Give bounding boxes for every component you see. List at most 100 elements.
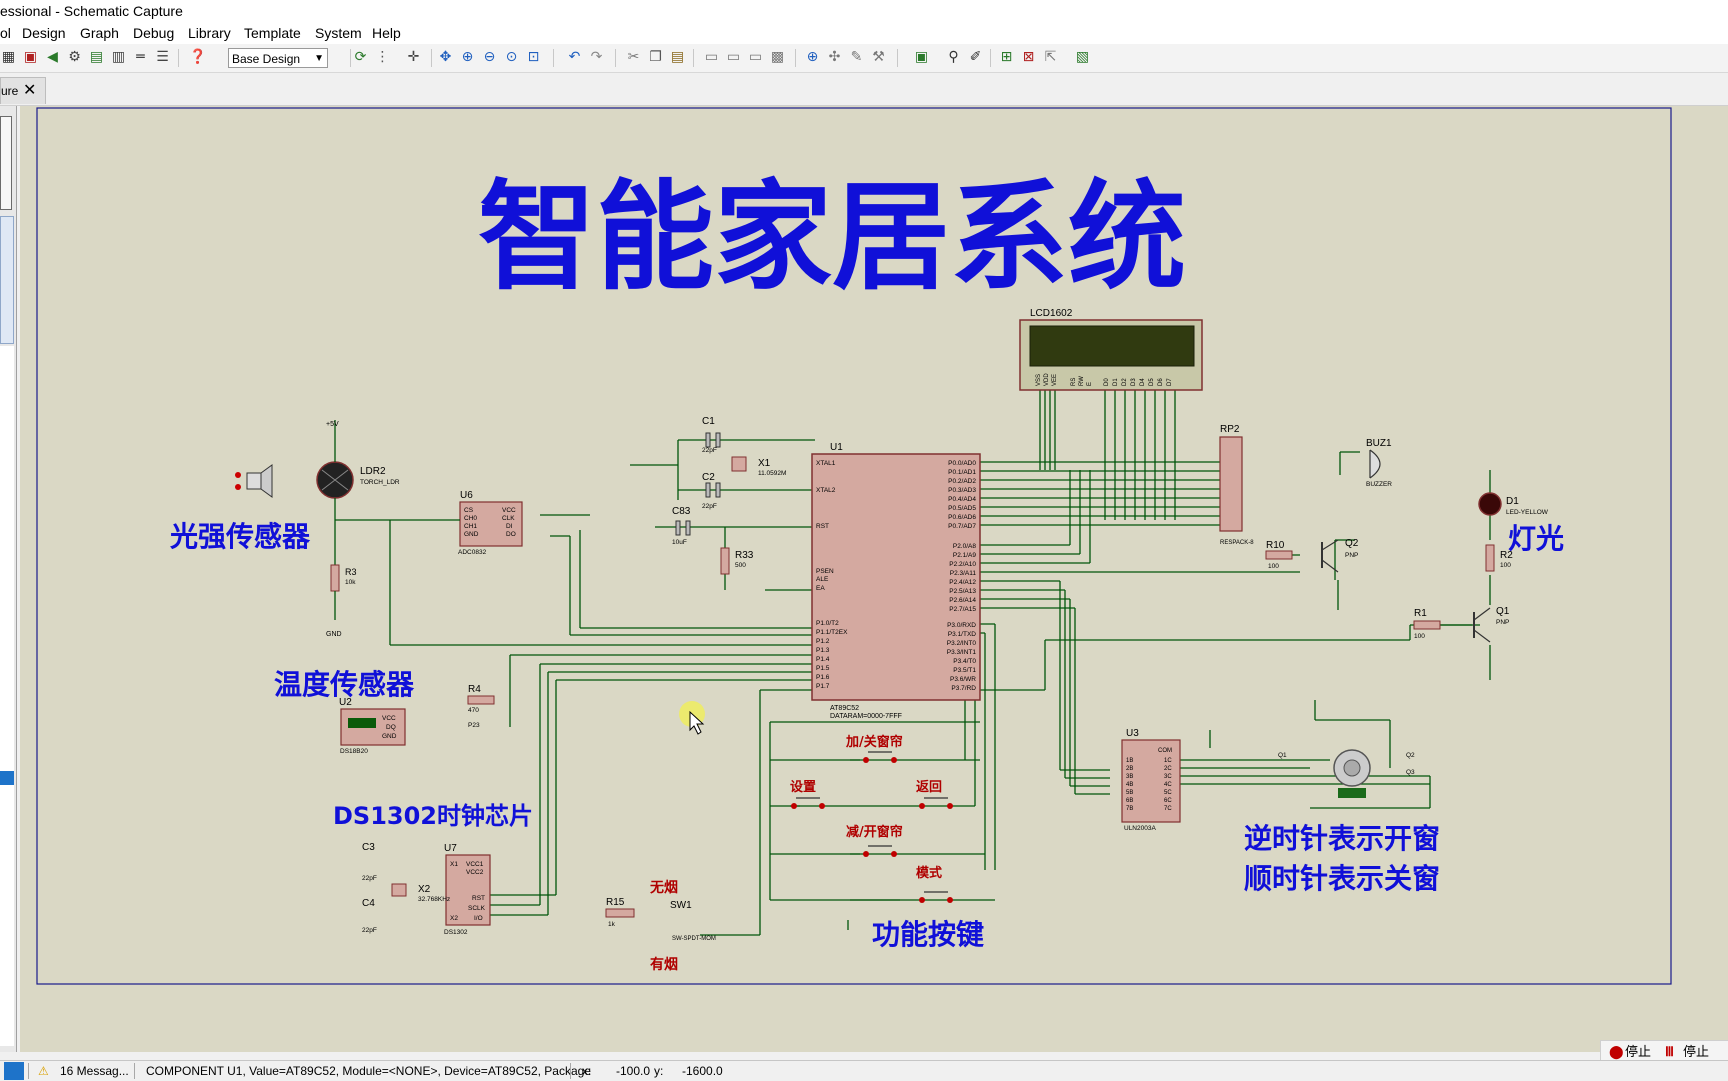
menu-help[interactable]: Help xyxy=(372,22,401,44)
u3-pin: 4C xyxy=(1164,782,1172,788)
menu-template[interactable]: Template xyxy=(244,22,301,44)
c4-ref: C4 xyxy=(362,898,375,909)
u6-ref: U6 xyxy=(460,490,473,501)
r1-val: 100 xyxy=(1414,633,1425,640)
search-icon[interactable]: ⚲ xyxy=(945,49,962,66)
make-device-icon[interactable]: ✣ xyxy=(826,49,843,66)
back-icon[interactable]: ◀ xyxy=(44,49,61,66)
exit-sheet-icon[interactable]: ⇱ xyxy=(1042,49,1059,66)
menu-tool[interactable]: ol xyxy=(0,22,11,44)
messages-count[interactable]: 16 Messag... xyxy=(60,1061,129,1081)
grid-toggle-icon[interactable]: ⋮ xyxy=(374,49,391,66)
origin-icon[interactable]: ✛ xyxy=(405,49,422,66)
warning-icon[interactable]: ⚠ xyxy=(38,1061,49,1081)
u1-pin-right: P2.1/A9 xyxy=(953,552,977,559)
schematic-canvas[interactable]: 智能家居系统 LCD1602 VSS VDD VEE RS RW E D0 D1… xyxy=(20,106,1728,1052)
zoom-out-icon[interactable]: ⊖ xyxy=(481,49,498,66)
pan-icon[interactable]: ✥ xyxy=(437,49,454,66)
u6-type: ADC0832 xyxy=(458,549,487,556)
u3-pin: 6C xyxy=(1164,798,1172,804)
mode-selector[interactable] xyxy=(0,216,14,344)
menu-library[interactable]: Library xyxy=(188,22,231,44)
u1-pin-right: P2.6/A14 xyxy=(949,597,976,604)
undo-icon[interactable]: ↶ xyxy=(566,49,583,66)
paste-icon[interactable]: ▤ xyxy=(669,49,686,66)
device-list-selection[interactable] xyxy=(0,771,14,785)
menu-graph[interactable]: Graph xyxy=(80,22,119,44)
block-delete-icon[interactable]: ▩ xyxy=(769,49,786,66)
list-icon[interactable]: ☰ xyxy=(154,49,171,66)
r15-ref: R15 xyxy=(606,897,625,908)
packaging-icon[interactable]: ✎ xyxy=(848,49,865,66)
refresh-icon[interactable]: ⟳ xyxy=(352,49,369,66)
cut-icon[interactable]: ✂ xyxy=(625,49,642,66)
gnd-label: GND xyxy=(326,631,342,638)
zoom-area-icon[interactable]: ⊡ xyxy=(525,49,542,66)
component-icon[interactable]: ▣ xyxy=(22,49,39,66)
overview-window[interactable] xyxy=(0,116,12,210)
status-block xyxy=(4,1062,24,1080)
report-icon[interactable]: ▧ xyxy=(1074,49,1091,66)
zoom-in-icon[interactable]: ⊕ xyxy=(459,49,476,66)
u3-type: ULN2003A xyxy=(1124,825,1156,832)
remove-sheet-icon[interactable]: ⊠ xyxy=(1020,49,1037,66)
c1-val: 22pF xyxy=(702,447,717,454)
c2-val: 22pF xyxy=(702,503,717,510)
u2-type: DS18B20 xyxy=(340,748,368,755)
r33 xyxy=(720,547,730,575)
zoom-all-icon[interactable]: ⊙ xyxy=(503,49,520,66)
motor-label: Q1 xyxy=(1278,752,1287,759)
decompose-icon[interactable]: ⚒ xyxy=(870,49,887,66)
redo-icon[interactable]: ↷ xyxy=(588,49,605,66)
menu-design[interactable]: Design xyxy=(22,22,66,44)
x2-ref: X2 xyxy=(418,884,431,895)
doc-icon[interactable]: ▥ xyxy=(110,49,127,66)
c83-ref: C83 xyxy=(672,506,691,517)
block-copy-icon[interactable]: ▭ xyxy=(703,49,720,66)
r10 xyxy=(1265,550,1293,560)
new-sheet-icon[interactable]: ⊞ xyxy=(998,49,1015,66)
wire-autoroute-icon[interactable]: ▣ xyxy=(913,49,930,66)
d1-led xyxy=(1478,492,1502,516)
close-icon[interactable]: ✕ xyxy=(23,78,36,104)
u1-pin-left: P1.5 xyxy=(816,665,830,672)
u6-pin: CH0 xyxy=(464,515,477,522)
block-rotate-icon[interactable]: ▭ xyxy=(747,49,764,66)
lcd-pin: D6 xyxy=(1158,378,1164,386)
u1-pin-left: P1.0/T2 xyxy=(816,620,839,627)
menu-debug[interactable]: Debug xyxy=(133,22,174,44)
device-list[interactable] xyxy=(0,346,14,1046)
u1-pin-right: P0.7/AD7 xyxy=(948,523,976,530)
copy-icon[interactable]: ❐ xyxy=(647,49,664,66)
r10-ref: R10 xyxy=(1266,540,1285,551)
gear-icon[interactable]: ⚙ xyxy=(66,49,83,66)
u3-pin: 2C xyxy=(1164,766,1172,772)
help-icon[interactable]: ❓ xyxy=(189,49,206,66)
tab-schematic-capture[interactable]: ure ✕ xyxy=(0,77,46,104)
design-select[interactable]: Base Design ▼ xyxy=(228,48,328,68)
u7-pin: X1 xyxy=(450,861,458,868)
u1-pin-right: P2.4/A12 xyxy=(949,579,976,586)
u3-pin: 7C xyxy=(1164,806,1172,812)
u1-pin-left: ALE xyxy=(816,576,829,583)
menu-system[interactable]: System xyxy=(315,22,362,44)
tab-label: ure xyxy=(1,84,19,98)
u1-pin-right: P0.4/AD4 xyxy=(948,496,976,503)
block-move-icon[interactable]: ▭ xyxy=(725,49,742,66)
u1-pin-right: P3.7/RD xyxy=(951,685,976,692)
q2-ref: Q2 xyxy=(1345,538,1359,549)
u6-pin: CLK xyxy=(502,515,515,522)
r3-val: 10k xyxy=(345,579,356,586)
u7-pin: I/O xyxy=(474,915,483,922)
lcd-pin: RW xyxy=(1079,376,1085,386)
grid-icon[interactable]: ▦ xyxy=(0,49,17,66)
chevron-down-icon: ▼ xyxy=(314,53,324,64)
u1-pin-right: P2.3/A11 xyxy=(950,570,977,577)
u6-pin: VCC xyxy=(502,507,516,514)
save-icon[interactable]: ▤ xyxy=(88,49,105,66)
property-icon[interactable]: ✐ xyxy=(967,49,984,66)
r2-val: 100 xyxy=(1500,562,1511,569)
pick-icon[interactable]: ⊕ xyxy=(804,49,821,66)
dash-icon[interactable]: ═ xyxy=(132,49,149,66)
smoke-none-label: 无烟 xyxy=(649,880,678,896)
